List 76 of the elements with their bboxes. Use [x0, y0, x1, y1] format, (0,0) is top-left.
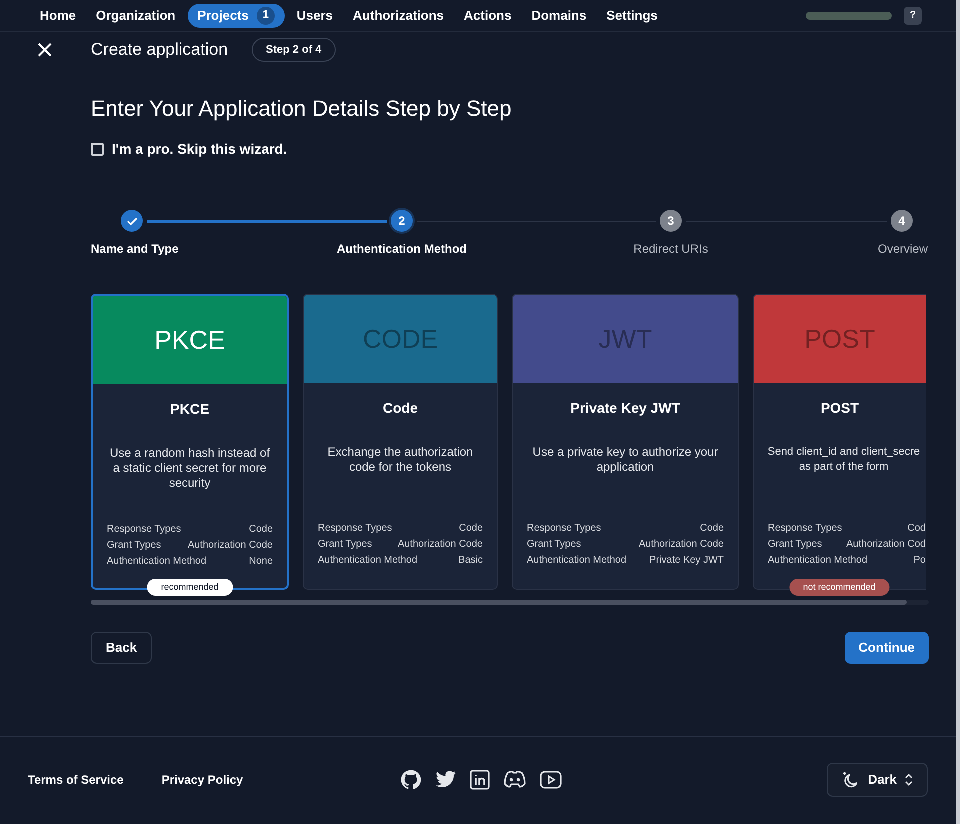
- back-button[interactable]: Back: [91, 632, 152, 664]
- card-description: Use a random hash instead of a static client secret for more security: [108, 446, 272, 492]
- detail-value: Private Key JWT: [650, 554, 724, 568]
- detail-value: Po: [914, 554, 926, 568]
- card-description: Send client_id and client_secre as part of the form: [766, 445, 922, 475]
- card-description: Use a private key to authorize your application: [532, 445, 720, 476]
- detail-value: Authorization Code: [398, 538, 483, 552]
- nav-tab[interactable]: Settings: [598, 4, 666, 28]
- detail-label: Response Types: [527, 522, 602, 536]
- card-description: Exchange the authorization code for the tokens: [326, 445, 474, 476]
- detail-label: Response Types: [107, 523, 182, 537]
- continue-button[interactable]: Continue: [844, 632, 929, 664]
- checkbox[interactable]: [91, 143, 104, 156]
- detail-label: Authentication Method: [107, 555, 207, 569]
- nav-tab[interactable]: Organization: [88, 4, 184, 28]
- detail-label: Grant Types: [107, 539, 162, 553]
- detail-label: Grant Types: [768, 538, 822, 552]
- step-indicator: 4: [891, 210, 913, 232]
- detail-value: Basic: [458, 554, 483, 568]
- card-title: POST: [820, 399, 860, 418]
- linkedin-icon[interactable]: [470, 770, 490, 790]
- step-label: Redirect URIs: [634, 241, 708, 258]
- gamepad-icon[interactable]: [503, 770, 527, 790]
- footer-link[interactable]: Terms of Service: [28, 770, 124, 788]
- card-banner: PKCE: [93, 296, 287, 384]
- help-button[interactable]: ?: [904, 6, 922, 24]
- count-badge: 1: [256, 6, 275, 24]
- detail-label: Response Types: [318, 522, 392, 536]
- card-title: Code: [382, 399, 419, 418]
- page-title: Create application: [91, 39, 228, 62]
- chevron-updown-icon: [905, 772, 913, 786]
- card-title: Private Key JWT: [570, 399, 682, 418]
- play-icon[interactable]: [540, 770, 562, 788]
- detail-value: Authorization Code: [188, 539, 273, 553]
- detail-label: Authentication Method: [527, 554, 627, 568]
- step-label: Authentication Method: [337, 241, 467, 258]
- recommendation-badge: recommended: [147, 579, 233, 596]
- recommendation-badge: not recommended: [789, 579, 890, 596]
- detail-value: Authorization Code: [638, 538, 724, 552]
- detail-label: Authentication Method: [318, 554, 418, 568]
- card-title: PKCE: [170, 400, 210, 419]
- nav-tab[interactable]: Actions: [456, 4, 520, 28]
- detail-value: Authorization Cod: [846, 538, 926, 552]
- bird-icon[interactable]: [435, 770, 457, 790]
- card-banner: CODE: [304, 295, 497, 383]
- detail-label: Grant Types: [318, 538, 372, 552]
- method-card[interactable]: JWT Private Key JWT Use a private key to authorize your application Response Types Code Grant Types Authorization Code Authentication Method Private Key JWT: [512, 294, 739, 590]
- nav-tab[interactable]: Authorizations: [345, 4, 452, 28]
- heading: Enter Your Application Details Step by Step: [91, 95, 513, 123]
- step-indicator: 3: [660, 210, 682, 232]
- detail-value: Cod: [908, 522, 926, 536]
- scrollbar[interactable]: [91, 600, 929, 605]
- detail-value: Code: [249, 523, 273, 537]
- step-indicator: 2: [391, 210, 413, 232]
- theme-select[interactable]: Dark: [827, 762, 928, 796]
- close-icon[interactable]: [38, 43, 52, 57]
- detail-label: Authentication Method: [768, 554, 868, 568]
- method-card[interactable]: CODE Code Exchange the authorization code for the tokens Response Types Code Grant Types Authorization Code Authentication Method Basic: [303, 294, 498, 590]
- detail-value: Code: [700, 522, 724, 536]
- nav-tab[interactable]: Domains: [524, 4, 595, 28]
- nav-tab[interactable]: Users: [288, 4, 342, 28]
- card-banner: JWT: [513, 295, 738, 383]
- step-badge: Step 2 of 4: [252, 38, 336, 62]
- detail-label: Response Types: [768, 522, 842, 536]
- card-banner: POST: [754, 295, 926, 383]
- moon-icon: [842, 770, 860, 788]
- nav-tab[interactable]: Home: [32, 4, 84, 28]
- checkbox-label: I'm a pro. Skip this wizard.: [112, 140, 288, 159]
- footer-link[interactable]: Privacy Policy: [162, 770, 244, 788]
- detail-label: Grant Types: [527, 538, 582, 552]
- github-icon[interactable]: [400, 768, 422, 790]
- nav-tab[interactable]: Projects 1: [188, 4, 285, 28]
- step-label: Name and Type: [91, 241, 179, 258]
- detail-value: Code: [459, 522, 483, 536]
- detail-value: None: [249, 555, 273, 569]
- step-label: Overview: [878, 241, 928, 258]
